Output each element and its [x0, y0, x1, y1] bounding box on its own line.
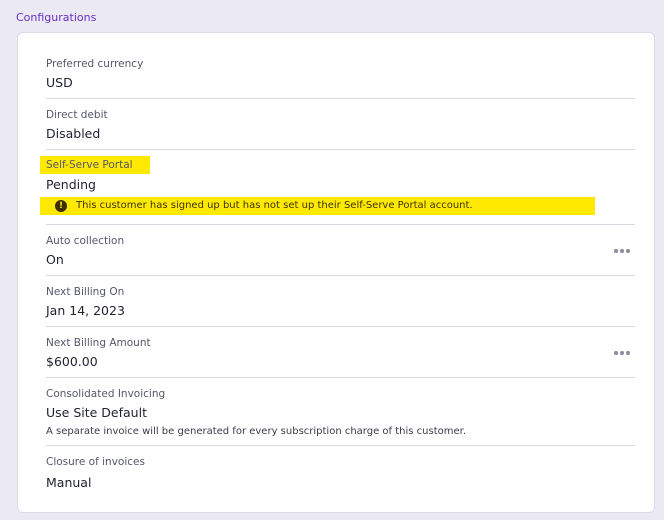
field-label: Self-Serve Portal — [46, 159, 133, 171]
divider — [46, 326, 635, 327]
field-closure-of-invoices: Closure of invoices Manual — [46, 453, 635, 497]
divider — [46, 275, 635, 276]
field-direct-debit: Direct debit Disabled — [46, 106, 635, 146]
field-value: USD — [46, 75, 73, 90]
field-label: Consolidated Invoicing — [46, 388, 166, 400]
divider — [46, 445, 635, 446]
more-options-icon[interactable] — [614, 350, 630, 356]
field-value: Disabled — [46, 126, 101, 141]
field-value: $600.00 — [46, 354, 98, 369]
field-label: Preferred currency — [46, 58, 144, 70]
field-value: Use Site Default — [46, 405, 147, 420]
configurations-card: Preferred currency USD Direct debit Disa… — [17, 32, 655, 513]
divider — [46, 149, 635, 150]
field-label: Closure of invoices — [46, 456, 145, 468]
field-note: A separate invoice will be generated for… — [46, 426, 467, 437]
divider — [46, 224, 635, 225]
field-label: Next Billing Amount — [46, 337, 151, 349]
field-next-billing-on: Next Billing On Jan 14, 2023 — [46, 283, 635, 323]
warning-message: This customer has signed up but has not … — [76, 200, 473, 211]
section-title: Configurations — [16, 11, 97, 24]
field-consolidated-invoicing: Consolidated Invoicing Use Site Default … — [46, 385, 635, 441]
field-label: Next Billing On — [46, 286, 125, 298]
field-value: Pending — [46, 177, 96, 192]
field-label: Direct debit — [46, 109, 108, 121]
divider — [46, 377, 635, 378]
field-value: Jan 14, 2023 — [46, 303, 125, 318]
field-next-billing-amount: Next Billing Amount $600.00 — [46, 334, 635, 374]
divider — [46, 98, 635, 99]
field-value: On — [46, 252, 64, 267]
field-preferred-currency: Preferred currency USD — [46, 55, 635, 95]
more-options-icon[interactable] — [614, 248, 630, 254]
field-label: Auto collection — [46, 235, 125, 247]
field-auto-collection: Auto collection On — [46, 232, 635, 272]
field-self-serve-portal: Self-Serve Portal Pending ! This custome… — [40, 153, 635, 218]
exclamation-circle-icon: ! — [55, 200, 67, 212]
field-value: Manual — [46, 475, 92, 490]
